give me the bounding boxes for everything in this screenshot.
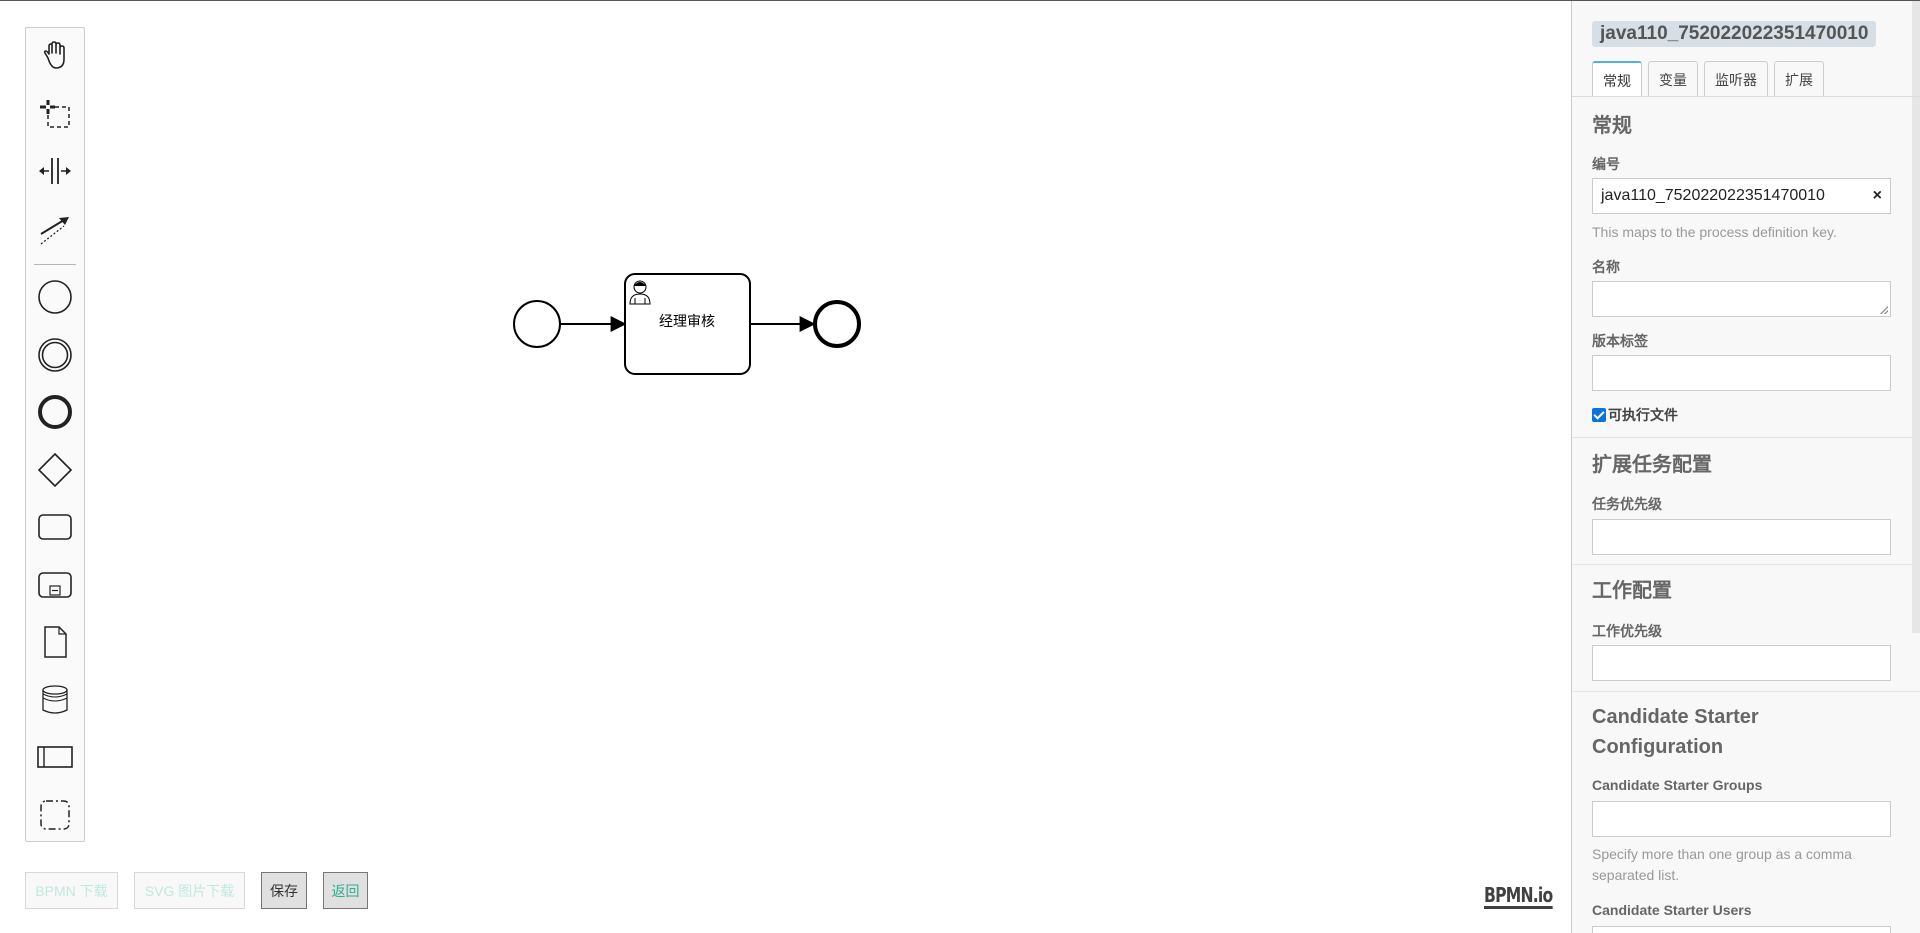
- group-separator: [1572, 437, 1920, 438]
- start-event-tool[interactable]: [26, 272, 84, 322]
- tool-palette: [25, 27, 85, 842]
- name-label: 名称: [1592, 259, 1620, 275]
- id-field-value: java110_752022022351470010: [1601, 187, 1825, 204]
- svg-download-button[interactable]: SVG 图片下载: [134, 872, 245, 909]
- general-group-title: 常规: [1592, 115, 1632, 137]
- space-tool[interactable]: [26, 146, 84, 196]
- lasso-tool[interactable]: [26, 89, 84, 139]
- executable-row: 可执行文件: [1592, 405, 1678, 425]
- candidate-groups-hint: Specify more than one group as a comma s…: [1592, 846, 1852, 883]
- id-hint: This maps to the process definition key.: [1592, 224, 1837, 240]
- tab-variables[interactable]: 变量: [1648, 61, 1698, 97]
- gateway-tool[interactable]: [26, 445, 84, 495]
- panel-header-title: java110_752022022351470010: [1592, 21, 1877, 47]
- panel-tabs: 常规 变量 监听器 扩展: [1592, 61, 1824, 97]
- palette-separator: [34, 264, 76, 265]
- diagram-canvas[interactable]: 经理审核: [0, 1, 1572, 933]
- tabs-divider: [1572, 96, 1920, 97]
- start-event[interactable]: [513, 300, 561, 348]
- candidate-groups-input[interactable]: [1592, 801, 1891, 837]
- space-icon: [39, 158, 71, 184]
- properties-panel: java110_752022022351470010 常规 变量 监听器 扩展 …: [1571, 1, 1920, 933]
- task-tool[interactable]: [26, 502, 84, 552]
- bpmn-download-button[interactable]: BPMN 下载: [25, 872, 118, 909]
- executable-label: 可执行文件: [1608, 407, 1678, 423]
- data-store-tool[interactable]: [26, 675, 84, 725]
- id-field[interactable]: java110_752022022351470010 ×: [1592, 178, 1891, 214]
- end-event[interactable]: [813, 300, 861, 348]
- clear-icon[interactable]: ×: [1873, 179, 1882, 213]
- tab-general[interactable]: 常规: [1592, 61, 1642, 97]
- candidate-users-label: Candidate Starter Users: [1592, 902, 1752, 918]
- group-separator: [1572, 691, 1920, 692]
- group-icon: [40, 800, 70, 830]
- data-object-tool[interactable]: [26, 617, 84, 667]
- task-priority-label: 任务优先级: [1592, 496, 1662, 512]
- version-tag-input[interactable]: [1592, 355, 1891, 391]
- task-priority-input[interactable]: [1592, 519, 1891, 555]
- job-priority-input[interactable]: [1592, 645, 1891, 681]
- name-textarea[interactable]: [1592, 281, 1891, 317]
- gateway-icon: [37, 452, 73, 488]
- participant-tool[interactable]: [26, 732, 84, 782]
- candidate-group-title: Candidate Starter Configuration: [1592, 706, 1759, 758]
- intermediate-event-icon: [38, 338, 72, 372]
- connect-icon: [40, 217, 69, 245]
- participant-icon: [37, 746, 73, 768]
- hand-tool[interactable]: [26, 31, 84, 81]
- hand-icon: [43, 41, 65, 69]
- ext-task-group-title: 扩展任务配置: [1592, 454, 1712, 476]
- bpmn-io-logo[interactable]: BPMN.io: [1484, 884, 1553, 909]
- job-group-title: 工作配置: [1592, 580, 1672, 602]
- executable-checkbox[interactable]: [1592, 408, 1606, 422]
- subprocess-icon: [38, 572, 72, 598]
- global-connect-tool[interactable]: [26, 204, 84, 254]
- data-object-icon: [44, 626, 67, 658]
- candidate-groups-label: Candidate Starter Groups: [1592, 777, 1763, 793]
- diagram-svg[interactable]: [0, 1, 1572, 933]
- save-button[interactable]: 保存: [261, 872, 307, 909]
- end-event-tool[interactable]: [26, 387, 84, 437]
- resize-grip-icon[interactable]: [1880, 306, 1888, 314]
- end-event-icon: [38, 395, 72, 429]
- job-priority-label: 工作优先级: [1592, 623, 1662, 639]
- task-icon: [38, 514, 72, 540]
- lasso-icon: [40, 100, 70, 128]
- tab-listeners[interactable]: 监听器: [1704, 61, 1768, 97]
- intermediate-event-tool[interactable]: [26, 330, 84, 380]
- user-task-label: 经理审核: [659, 313, 715, 329]
- id-label: 编号: [1592, 156, 1620, 172]
- group-separator: [1572, 564, 1920, 565]
- tab-extensions[interactable]: 扩展: [1774, 61, 1824, 97]
- version-label: 版本标签: [1592, 333, 1648, 349]
- data-store-icon: [42, 685, 68, 714]
- subprocess-tool[interactable]: [26, 560, 84, 610]
- back-button[interactable]: 返回: [323, 872, 368, 909]
- group-tool[interactable]: [26, 790, 84, 840]
- start-event-icon: [38, 280, 72, 314]
